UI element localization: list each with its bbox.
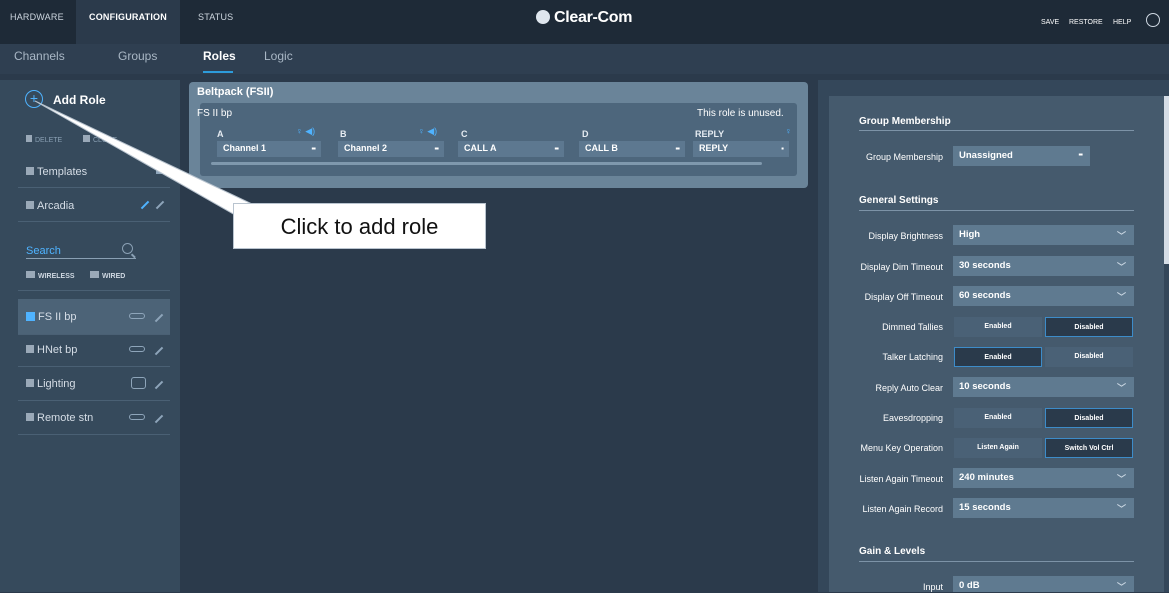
reply-auto-clear-select[interactable]: 10 seconds ﹀ [953, 377, 1134, 397]
display-brightness-label: Display Brightness [868, 231, 943, 241]
display-brightness-value: High [959, 229, 981, 240]
display-off-timeout-label: Display Off Timeout [864, 292, 943, 302]
section-divider [859, 210, 1134, 211]
callout-box: Click to add role [233, 203, 486, 249]
settings-scrollbar[interactable] [1164, 96, 1169, 264]
input-label: Input [922, 582, 943, 592]
listen-again-timeout-value: 240 minutes [959, 472, 1014, 483]
section-divider [859, 561, 1134, 562]
menu-key-listen-again[interactable]: Listen Again [954, 438, 1042, 458]
display-off-timeout-select[interactable]: 60 seconds ﹀ [953, 286, 1134, 306]
general-settings-header: General Settings [859, 195, 939, 206]
input-gain-value: 0 dB [959, 580, 980, 591]
section-divider [859, 130, 1134, 131]
display-dim-timeout-value: 30 seconds [959, 260, 1011, 271]
dimmed-tallies-enabled[interactable]: Enabled [954, 317, 1042, 337]
talker-latching-enabled[interactable]: Enabled [954, 347, 1042, 367]
listen-again-record-label: Listen Again Record [862, 504, 943, 514]
eavesdropping-disabled[interactable]: Disabled [1045, 408, 1133, 428]
display-dim-timeout-label: Display Dim Timeout [860, 262, 943, 272]
eavesdropping-label: Eavesdropping [882, 413, 943, 423]
grid-icon: ▪▪ [1078, 150, 1083, 159]
chevron-down-icon: ﹀ [1116, 582, 1126, 592]
display-brightness-select[interactable]: High ﹀ [953, 225, 1134, 245]
input-gain-select[interactable]: 0 dB ﹀ [953, 576, 1134, 592]
display-off-timeout-value: 60 seconds [959, 290, 1011, 301]
group-membership-header: Group Membership [859, 116, 951, 127]
eavesdropping-enabled[interactable]: Enabled [954, 408, 1042, 428]
chevron-down-icon: ﹀ [1116, 262, 1126, 272]
group-membership-label: Group Membership [865, 152, 943, 162]
group-membership-select[interactable]: Unassigned ▪▪ [953, 146, 1090, 166]
menu-key-switch-vol-ctrl[interactable]: Switch Vol Ctrl [1045, 438, 1133, 458]
group-membership-value: Unassigned [959, 150, 1013, 161]
chevron-down-icon: ﹀ [1116, 383, 1126, 393]
listen-again-timeout-label: Listen Again Timeout [859, 474, 943, 484]
display-dim-timeout-select[interactable]: 30 seconds ﹀ [953, 256, 1134, 276]
menu-key-operation-label: Menu Key Operation [860, 443, 943, 453]
chevron-down-icon: ﹀ [1116, 231, 1126, 241]
reply-auto-clear-label: Reply Auto Clear [875, 383, 943, 393]
talker-latching-label: Talker Latching [882, 352, 943, 362]
reply-auto-clear-value: 10 seconds [959, 381, 1011, 392]
gain-levels-header: Gain & Levels [859, 546, 926, 557]
talker-latching-disabled[interactable]: Disabled [1045, 347, 1133, 367]
listen-again-record-value: 15 seconds [959, 502, 1011, 513]
listen-again-timeout-select[interactable]: 240 minutes ﹀ [953, 468, 1134, 488]
chevron-down-icon: ﹀ [1116, 504, 1126, 514]
chevron-down-icon: ﹀ [1116, 474, 1126, 484]
dimmed-tallies-label: Dimmed Tallies [882, 322, 943, 332]
listen-again-record-select[interactable]: 15 seconds ﹀ [953, 498, 1134, 518]
dimmed-tallies-disabled[interactable]: Disabled [1045, 317, 1133, 337]
chevron-down-icon: ﹀ [1116, 292, 1126, 302]
